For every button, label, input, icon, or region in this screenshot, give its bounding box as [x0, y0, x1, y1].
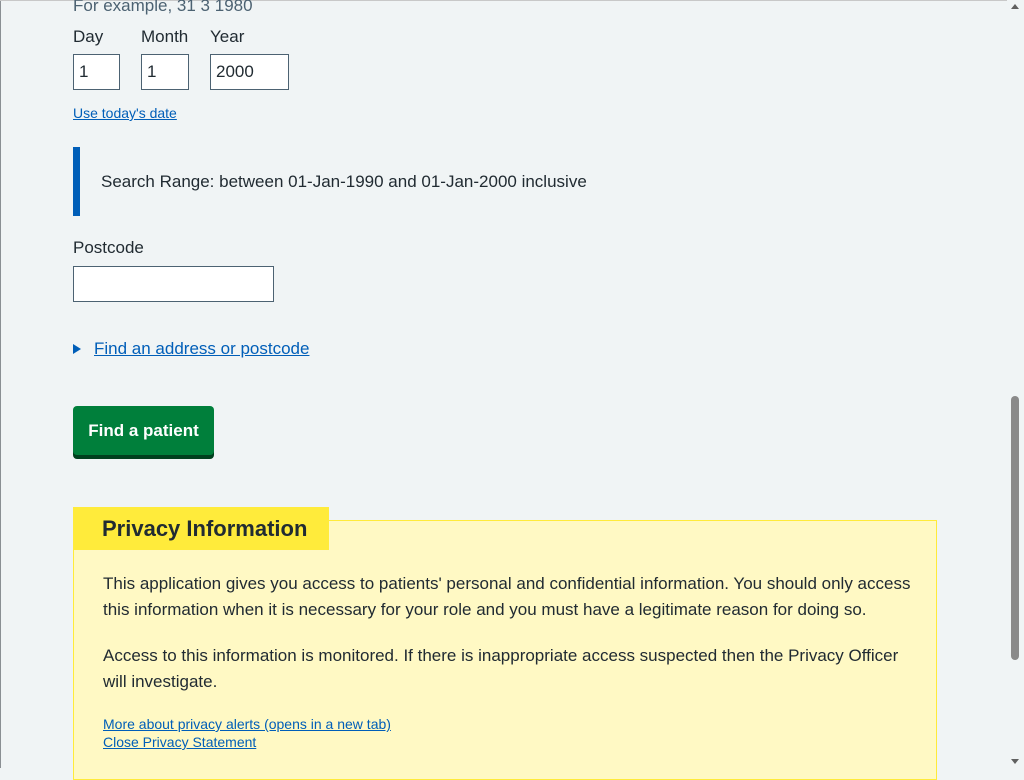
year-label: Year: [210, 27, 245, 46]
month-field-group: Month: [141, 26, 189, 90]
privacy-body: This application gives you access to pat…: [103, 571, 913, 751]
date-of-birth-hint: For example, 31 3 1980: [73, 0, 253, 15]
day-label: Day: [73, 27, 104, 46]
privacy-paragraph-2: Access to this information is monitored.…: [103, 646, 899, 691]
expand-triangle-icon: [73, 344, 81, 354]
scrollbar-thumb[interactable]: [1011, 396, 1019, 660]
privacy-alerts-link[interactable]: More about privacy alerts (opens in a ne…: [103, 715, 913, 733]
search-range-inset: Search Range: between 01-Jan-1990 and 01…: [73, 147, 773, 216]
day-field-group: Day: [73, 26, 120, 90]
find-address-link[interactable]: Find an address or postcode: [94, 339, 309, 359]
close-privacy-statement-link[interactable]: Close Privacy Statement: [103, 733, 913, 751]
postcode-input[interactable]: [73, 266, 274, 302]
search-range-text: Search Range: between 01-Jan-1990 and 01…: [101, 171, 587, 191]
privacy-paragraph-1: This application gives you access to pat…: [103, 574, 911, 619]
postcode-label: Postcode: [73, 238, 144, 257]
find-address-toggle[interactable]: Find an address or postcode: [73, 339, 309, 359]
year-field-group: Year: [210, 26, 289, 90]
month-label: Month: [141, 27, 189, 46]
use-todays-date-link[interactable]: Use today's date: [73, 105, 177, 121]
scroll-down-arrow-icon[interactable]: [1011, 759, 1019, 764]
privacy-information-card: This application gives you access to pat…: [73, 520, 937, 780]
find-patient-button[interactable]: Find a patient: [73, 406, 214, 455]
date-of-birth-group: Day Month Year: [73, 26, 310, 90]
vertical-scrollbar[interactable]: [1007, 0, 1024, 768]
year-input[interactable]: [210, 54, 289, 90]
scroll-up-arrow-icon[interactable]: [1011, 4, 1019, 9]
day-input[interactable]: [73, 54, 120, 90]
privacy-heading: Privacy Information: [73, 507, 329, 550]
month-input[interactable]: [141, 54, 189, 90]
window-edge: [0, 0, 1, 768]
